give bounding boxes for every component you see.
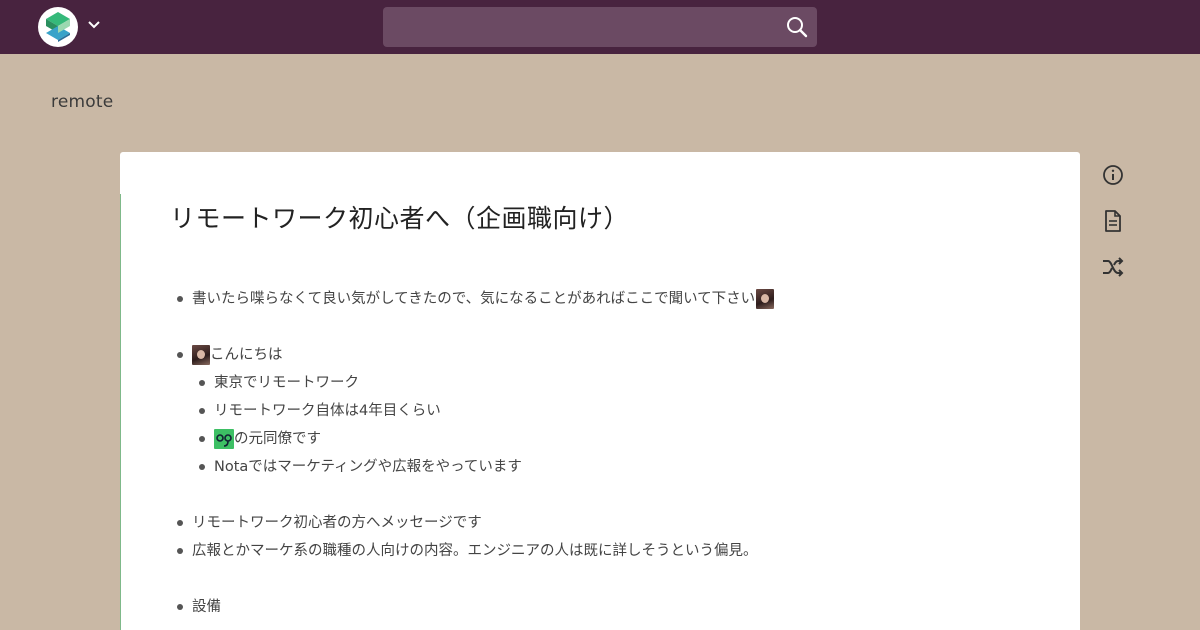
page-title[interactable]: リモートワーク初心者へ（企画職向け） [170,199,629,235]
user-avatar-icon[interactable] [192,345,210,365]
info-icon[interactable] [1101,163,1125,187]
user-avatar-icon[interactable] [756,289,775,309]
list-bullet [177,604,183,610]
page-edit-accent [120,194,121,630]
list-item-text: Notaではマーケティングや広報をやっています [214,459,522,475]
list-bullet [177,520,183,526]
list-item-text: 広報とかマーケ系の職種の人向けの内容。エンジニアの人は既に詳しそうという偏見。 [192,543,758,559]
list-item-text: 書いたら喋らなくて良い気がしてきたので、気になることがあればここで聞いて下さい [192,291,756,307]
list-item[interactable]: リモートワーク自体は4年目くらい [214,400,441,422]
list-bullet [199,436,205,442]
chevron-down-icon[interactable] [86,17,102,33]
list-item[interactable]: Notaではマーケティングや広報をやっています [214,456,522,478]
list-bullet [199,380,205,386]
list-item-text: の元同僚です [234,431,321,447]
nota-logo-icon[interactable] [214,429,234,449]
list-bullet [177,548,183,554]
scrapbox-logo-icon[interactable] [38,7,78,47]
top-header [0,0,1200,54]
search-box [383,7,817,47]
list-item[interactable]: こんにちは [192,344,283,366]
search-icon[interactable] [785,15,809,39]
list-bullet [177,296,183,302]
list-bullet [199,464,205,470]
list-item-text: こんにちは [210,347,283,363]
list-item[interactable]: の元同僚です [214,428,321,450]
page-icon[interactable] [1101,209,1125,233]
list-bullet [177,352,183,358]
list-item-text: リモートワーク自体は4年目くらい [214,403,441,419]
list-item[interactable]: 広報とかマーケ系の職種の人向けの内容。エンジニアの人は既に詳しそうという偏見。 [192,540,758,562]
list-item-text: 東京でリモートワーク [214,375,359,391]
list-item[interactable]: 書いたら喋らなくて良い気がしてきたので、気になることがあればここで聞いて下さい [192,288,775,310]
shuffle-icon[interactable] [1101,255,1125,279]
list-item-text: リモートワーク初心者の方へメッセージです [192,515,482,531]
list-bullet [199,408,205,414]
list-item[interactable]: 設備 [192,596,221,618]
search-input[interactable] [383,7,773,47]
project-name-link[interactable]: remote [51,92,113,112]
list-item[interactable]: 東京でリモートワーク [214,372,359,394]
list-item[interactable]: リモートワーク初心者の方へメッセージです [192,512,482,534]
list-item-text: 設備 [192,599,221,615]
